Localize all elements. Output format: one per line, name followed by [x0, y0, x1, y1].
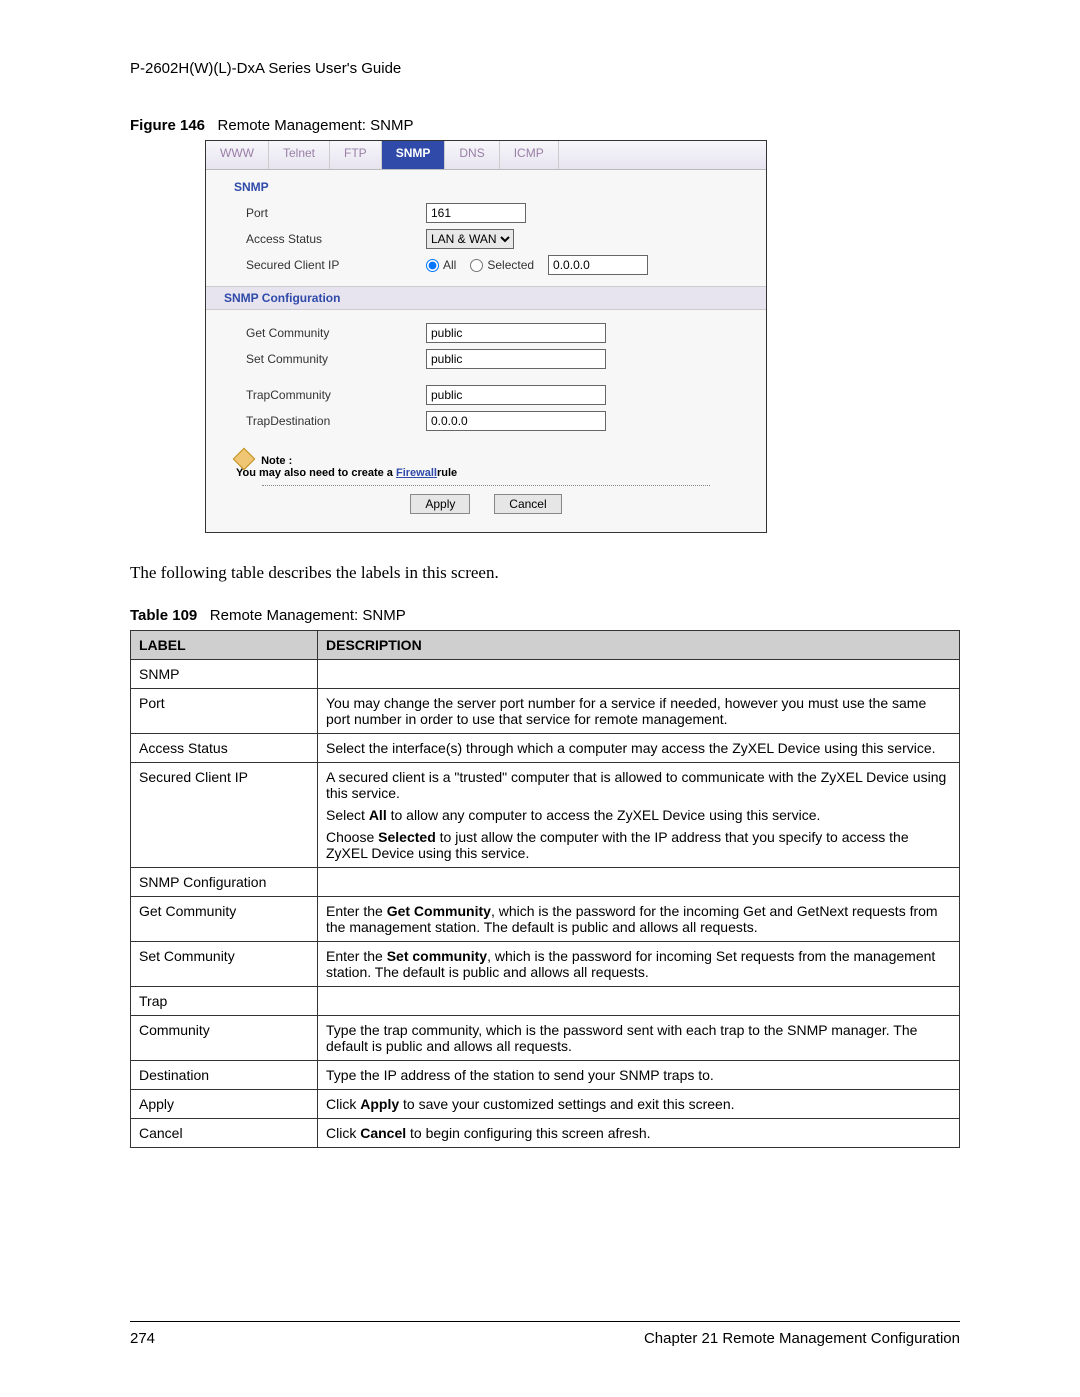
table-row: PortYou may change the server port numbe…: [131, 689, 960, 734]
secured-all-label: All: [443, 258, 456, 272]
table-row: CommunityType the trap community, which …: [131, 1016, 960, 1061]
table-row: Access StatusSelect the interface(s) thr…: [131, 734, 960, 763]
page-header: P-2602H(W)(L)-DxA Series User's Guide: [130, 60, 960, 77]
get-community-label: Get Community: [246, 326, 426, 340]
cell-label: Access Status: [131, 734, 318, 763]
cell-label: SNMP: [131, 660, 318, 689]
cell-desc: Enter the Set community, which is the pa…: [318, 942, 960, 987]
tab-dns[interactable]: DNS: [445, 141, 499, 169]
note-title: Note :: [261, 455, 292, 467]
table-row: Get CommunityEnter the Get Community, wh…: [131, 897, 960, 942]
table-row: CancelClick Cancel to begin configuring …: [131, 1119, 960, 1148]
table-label: Table 109: [130, 607, 197, 624]
tab-snmp[interactable]: SNMP: [382, 141, 446, 169]
note-text-post: rule: [437, 467, 457, 479]
tab-bar: WWWTelnetFTPSNMPDNSICMP: [206, 141, 766, 170]
cell-label: Destination: [131, 1061, 318, 1090]
cell-desc: [318, 660, 960, 689]
section-snmp: SNMP: [206, 170, 766, 200]
table-row: SNMP Configuration: [131, 868, 960, 897]
secured-all-radio[interactable]: [426, 259, 439, 272]
body-text: The following table describes the labels…: [130, 563, 960, 583]
note-block: Note : You may also need to create a Fir…: [236, 448, 766, 479]
cell-label: Set Community: [131, 942, 318, 987]
col-label: LABEL: [131, 631, 318, 660]
access-status-label: Access Status: [246, 232, 426, 246]
cell-desc: You may change the server port number fo…: [318, 689, 960, 734]
note-text-pre: You may also need to create a: [236, 467, 396, 479]
set-community-input[interactable]: [426, 349, 606, 369]
cell-label: Cancel: [131, 1119, 318, 1148]
cell-desc: Click Apply to save your customized sett…: [318, 1090, 960, 1119]
table-row: ApplyClick Apply to save your customized…: [131, 1090, 960, 1119]
secured-client-ip-label: Secured Client IP: [246, 258, 426, 272]
page-number: 274: [130, 1330, 155, 1347]
table-row: DestinationType the IP address of the st…: [131, 1061, 960, 1090]
apply-button[interactable]: Apply: [410, 494, 470, 514]
tab-ftp[interactable]: FTP: [330, 141, 382, 169]
figure-label: Figure 146: [130, 117, 205, 134]
tab-telnet[interactable]: Telnet: [269, 141, 330, 169]
cell-label: Community: [131, 1016, 318, 1061]
trap-community-input[interactable]: [426, 385, 606, 405]
table-row: Secured Client IPA secured client is a "…: [131, 763, 960, 868]
tab-icmp[interactable]: ICMP: [500, 141, 559, 169]
firewall-link[interactable]: Firewall: [396, 467, 437, 479]
cell-desc: [318, 987, 960, 1016]
section-snmp-config: SNMP Configuration: [206, 286, 766, 310]
tab-www[interactable]: WWW: [206, 141, 269, 169]
cell-desc: Enter the Get Community, which is the pa…: [318, 897, 960, 942]
secured-ip-input[interactable]: [548, 255, 648, 275]
snmp-config-panel: WWWTelnetFTPSNMPDNSICMP SNMP Port Access…: [205, 140, 767, 533]
cell-label: Port: [131, 689, 318, 734]
table-row: Trap: [131, 987, 960, 1016]
cell-label: Apply: [131, 1090, 318, 1119]
chapter-title: Chapter 21 Remote Management Configurati…: [644, 1330, 960, 1347]
cell-label: SNMP Configuration: [131, 868, 318, 897]
get-community-input[interactable]: [426, 323, 606, 343]
cell-label: Secured Client IP: [131, 763, 318, 868]
cell-desc: Type the trap community, which is the pa…: [318, 1016, 960, 1061]
port-input[interactable]: [426, 203, 526, 223]
access-status-select[interactable]: LAN & WAN: [426, 229, 514, 249]
description-table: LABEL DESCRIPTION SNMPPortYou may change…: [130, 630, 960, 1148]
trap-destination-label: TrapDestination: [246, 414, 426, 428]
table-row: Set CommunityEnter the Set community, wh…: [131, 942, 960, 987]
trap-destination-input[interactable]: [426, 411, 606, 431]
cell-desc: Type the IP address of the station to se…: [318, 1061, 960, 1090]
trap-community-label: TrapCommunity: [246, 388, 426, 402]
secured-selected-radio[interactable]: [470, 259, 483, 272]
cell-desc: A secured client is a "trusted" computer…: [318, 763, 960, 868]
cell-label: Get Community: [131, 897, 318, 942]
cancel-button[interactable]: Cancel: [494, 494, 561, 514]
table-title: Remote Management: SNMP: [210, 607, 406, 624]
cell-desc: [318, 868, 960, 897]
cell-desc: Select the interface(s) through which a …: [318, 734, 960, 763]
figure-title: Remote Management: SNMP: [218, 117, 414, 134]
figure-caption: Figure 146 Remote Management: SNMP: [130, 117, 960, 134]
port-label: Port: [246, 206, 426, 220]
page-footer: 274 Chapter 21 Remote Management Configu…: [130, 1321, 960, 1347]
cell-label: Trap: [131, 987, 318, 1016]
table-row: SNMP: [131, 660, 960, 689]
set-community-label: Set Community: [246, 352, 426, 366]
cell-desc: Click Cancel to begin configuring this s…: [318, 1119, 960, 1148]
table-caption: Table 109 Remote Management: SNMP: [130, 607, 960, 624]
secured-selected-label: Selected: [487, 258, 534, 272]
col-desc: DESCRIPTION: [318, 631, 960, 660]
